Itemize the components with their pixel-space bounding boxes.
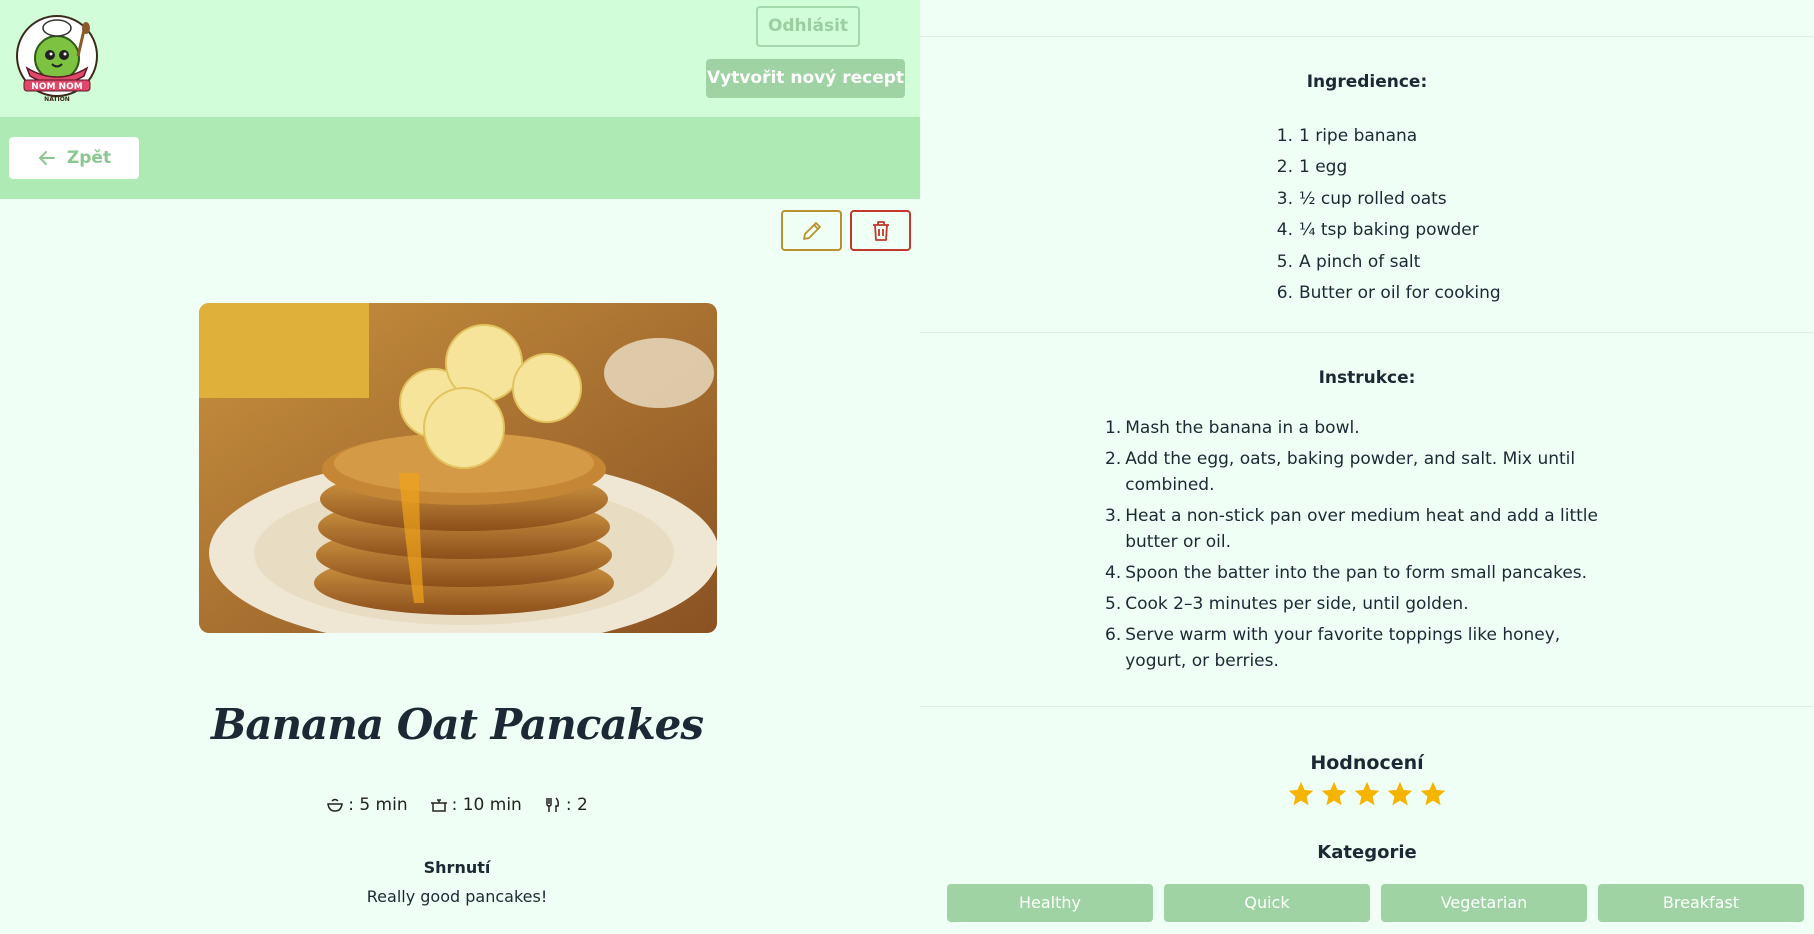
- star-icon[interactable]: [1320, 780, 1348, 808]
- list-item: 3. Heat a non-stick pan over medium heat …: [1105, 506, 1598, 552]
- top-bar: NOM NOM NATION Odhlásit Vytvořit nový re…: [0, 0, 920, 117]
- ingredients-list: 1. 1 ripe banana 2. 1 egg 3. ½ cup rolled o…: [1275, 121, 1501, 309]
- bowl-icon: [327, 798, 344, 812]
- star-icon[interactable]: [1353, 780, 1381, 808]
- star-icon[interactable]: [1287, 780, 1315, 808]
- rating-stars[interactable]: [920, 780, 1814, 808]
- category-tag[interactable]: Healthy: [947, 884, 1153, 922]
- logout-button[interactable]: Odhlásit: [756, 6, 860, 47]
- servings: : 2: [544, 795, 588, 815]
- prep-time-value: : 5 min: [348, 795, 408, 815]
- list-item: 5. A pinch of salt: [1276, 251, 1421, 272]
- fork-knife-icon: [546, 797, 559, 812]
- list-item: 1. 1 ripe banana: [1276, 126, 1418, 146]
- list-item: 2. 1 egg: [1276, 157, 1348, 178]
- svg-text:NOM NOM: NOM NOM: [31, 82, 82, 92]
- instructions-heading: Instrukce:: [1318, 368, 1416, 388]
- cook-time: : 10 min: [430, 795, 522, 815]
- recipe-detail-page: NOM NOM NATION Odhlásit Vytvořit nový re…: [0, 0, 1814, 934]
- trash-icon: [872, 220, 889, 241]
- divider: [920, 332, 1814, 333]
- pot-icon: [430, 799, 447, 812]
- nom-nom-logo[interactable]: NOM NOM NATION: [12, 8, 102, 106]
- right-panel: Ingredience: 1. 1 ripe banana 2. 1 egg 3. ½…: [920, 0, 1814, 934]
- pencil-icon: [802, 221, 821, 240]
- divider: [920, 36, 1814, 37]
- servings-value: : 2: [565, 795, 588, 815]
- list-item: 4. ¼ tsp baking powder: [1276, 220, 1479, 241]
- divider: [920, 706, 1814, 707]
- list-item: 5. Cook 2–3 minutes per side, until golde…: [1105, 594, 1469, 614]
- categories-heading: Kategorie: [1317, 842, 1417, 863]
- recipe-photo: [199, 303, 717, 633]
- ingredients-heading: Ingredience:: [1306, 72, 1428, 92]
- arrow-left-icon: [38, 151, 55, 165]
- list-item: 3. ½ cup rolled oats: [1276, 188, 1447, 209]
- instructions-list: 1. Mash the banana in a bowl. 2. Add the e…: [1105, 415, 1605, 679]
- summary-text: Really good pancakes!: [366, 887, 548, 906]
- summary-heading: Shrnutí: [423, 858, 491, 877]
- category-tag[interactable]: Breakfast: [1598, 884, 1804, 922]
- rating-heading: Hodnocení: [1310, 752, 1424, 774]
- back-label: Zpět: [66, 148, 112, 168]
- category-tag[interactable]: Quick: [1164, 884, 1370, 922]
- list-item: 6. Serve warm with your favorite toppings…: [1105, 625, 1561, 671]
- svg-text:NATION: NATION: [44, 96, 70, 103]
- star-icon[interactable]: [1419, 780, 1447, 808]
- back-button[interactable]: Zpět: [9, 137, 139, 179]
- star-icon[interactable]: [1386, 780, 1414, 808]
- list-item: 6. Butter or oil for cooking: [1276, 283, 1501, 304]
- category-tag[interactable]: Vegetarian: [1381, 884, 1587, 922]
- recipe-title: Banana Oat Pancakes: [210, 700, 704, 749]
- new-recipe-button[interactable]: Vytvořit nový recept: [706, 59, 905, 98]
- list-item: 4. Spoon the batter into the pan to form …: [1105, 563, 1588, 583]
- list-item: 2. Add the egg, oats, baking powder, and …: [1105, 449, 1576, 495]
- category-list: Healthy Quick Vegetarian Breakfast: [947, 884, 1804, 922]
- edit-button[interactable]: [781, 210, 842, 251]
- recipe-meta: : 5 min : 10 min : 2: [0, 795, 914, 815]
- delete-button[interactable]: [850, 210, 911, 251]
- left-panel: NOM NOM NATION Odhlásit Vytvořit nový re…: [0, 0, 920, 934]
- cook-time-value: : 10 min: [451, 795, 522, 815]
- prep-time: : 5 min: [326, 795, 408, 815]
- list-item: 1. Mash the banana in a bowl.: [1105, 418, 1360, 438]
